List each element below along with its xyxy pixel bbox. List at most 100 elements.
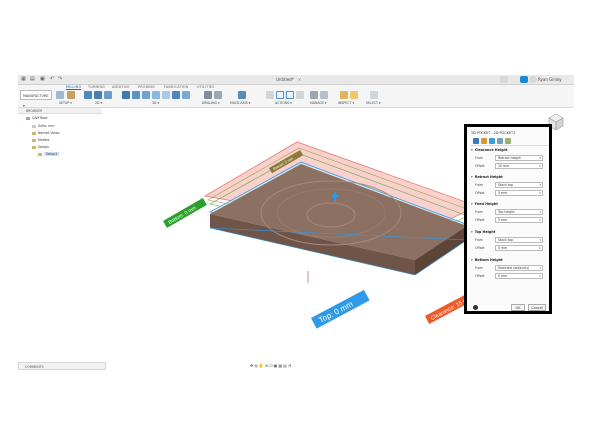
cancel-button[interactable]: Cancel [528, 304, 546, 311]
folder-icon[interactable] [67, 91, 75, 99]
clock-icon[interactable] [529, 76, 537, 83]
multi-axis-group: MULTI-AXIS ▾ [230, 91, 260, 106]
3d-label[interactable]: 3D ▾ [152, 101, 159, 105]
stepper-icon[interactable]: ⇕ [538, 218, 541, 223]
feed-offset-input[interactable]: 5 mm ⇕ [495, 217, 543, 223]
pocket-clearing-icon[interactable] [132, 91, 140, 99]
drilling-label[interactable]: DRILLING ▾ [202, 101, 220, 105]
stepper-icon[interactable]: ⇕ [538, 246, 541, 251]
setup-label[interactable]: SETUP ▾ [59, 101, 72, 105]
sim-icon[interactable]: ◔ [288, 363, 293, 368]
tree-item-setup1[interactable]: Setup1 [38, 152, 60, 156]
section-retract-height[interactable]: ▾ Retract Height [471, 175, 503, 179]
tree-item-units[interactable]: Units: mm [32, 124, 54, 128]
setup-icon[interactable] [56, 91, 64, 99]
close-tab-icon[interactable]: × [298, 77, 301, 82]
manage-label[interactable]: MANAGE ▾ [310, 101, 327, 105]
cam-root-icon [26, 116, 30, 120]
undo-icon[interactable]: ↶ [50, 76, 54, 82]
flow-icon[interactable] [182, 91, 190, 99]
stepper-icon[interactable]: ⇕ [538, 164, 541, 169]
stepper-icon[interactable]: ⇕ [538, 191, 541, 196]
passes-tab-icon[interactable] [497, 138, 503, 144]
save-icon[interactable]: ▣ [40, 76, 45, 82]
collapse-icon[interactable]: ▾ [471, 148, 473, 152]
template-library-icon[interactable] [320, 91, 328, 99]
scallop-icon[interactable] [162, 91, 170, 99]
adaptive-clearing-icon[interactable] [122, 91, 130, 99]
user-name[interactable]: Ryan Girsky [538, 75, 562, 84]
2d-pocket-icon[interactable] [94, 91, 102, 99]
tab-probing[interactable]: PROBING [138, 85, 155, 89]
top-from-select[interactable]: Stock top ▾ [495, 237, 543, 243]
drill-icon[interactable] [204, 91, 212, 99]
select-label[interactable]: SELECT ▾ [366, 101, 381, 105]
comments-panel[interactable]: COMMENTS [18, 362, 106, 370]
generate-icon[interactable] [266, 91, 274, 99]
contour-icon[interactable] [152, 91, 160, 99]
section-clearance-height[interactable]: ▾ Clearance Height [471, 148, 508, 152]
feed-offset-label: Offset [475, 218, 485, 222]
tree-item-setups[interactable]: Setups [32, 145, 49, 149]
clearance-offset-input[interactable]: 10 mm ⇕ [495, 163, 543, 169]
post-process-icon[interactable] [286, 91, 294, 99]
grid-menu-icon[interactable]: ▦ [21, 76, 26, 82]
top-offset-input[interactable]: 0 mm ⇕ [495, 245, 543, 251]
collapse-icon[interactable]: ▾ [471, 202, 473, 206]
tab-turning[interactable]: TURNING [88, 85, 105, 89]
stepper-icon[interactable]: ⇕ [538, 274, 541, 279]
file-icon[interactable]: ▤ [30, 76, 35, 82]
simulate-icon[interactable] [276, 91, 284, 99]
tree-item-cam-root[interactable]: CAM Root [26, 116, 47, 120]
tree-item-named-views[interactable]: Named Views [32, 131, 60, 135]
collapse-icon[interactable]: ▾ [471, 258, 473, 262]
tab-milling[interactable]: MILLING [66, 85, 82, 90]
tab-fabrication[interactable]: FABRICATION [164, 85, 189, 89]
ramp-icon[interactable] [172, 91, 180, 99]
browser-title: BROWSER [26, 109, 43, 113]
new-tab-icon[interactable] [500, 76, 508, 83]
document-tab[interactable]: Untitled* × [276, 75, 336, 84]
measure-icon[interactable] [340, 91, 348, 99]
swarf-icon[interactable] [238, 91, 246, 99]
tab-additive[interactable]: ADDITIVE [112, 85, 130, 89]
collapse-icon[interactable]: ▾ [471, 230, 473, 234]
feed-from-select[interactable]: Top height ▾ [495, 209, 543, 215]
2d-adaptive-icon[interactable] [84, 91, 92, 99]
help-icon[interactable] [473, 305, 478, 310]
heights-tab-icon[interactable] [489, 138, 495, 144]
inspect-label[interactable]: INSPECT ▾ [338, 101, 354, 105]
redo-icon[interactable]: ↷ [58, 76, 62, 82]
geometry-tab-icon[interactable] [481, 138, 487, 144]
section-bottom-height[interactable]: ▾ Bottom Height [471, 258, 503, 262]
linking-tab-icon[interactable] [505, 138, 511, 144]
ruler-icon[interactable] [350, 91, 358, 99]
bottom-offset-input[interactable]: 0 mm ⇕ [495, 273, 543, 279]
extensions-icon[interactable] [510, 76, 518, 83]
actions-label[interactable]: ACTIONS ▾ [275, 101, 292, 105]
parallel-icon[interactable] [142, 91, 150, 99]
ok-button[interactable]: OK [511, 304, 525, 311]
browser-header[interactable]: BROWSER [18, 108, 102, 114]
retract-from-select[interactable]: Stock top ▾ [495, 182, 543, 188]
tree-item-models[interactable]: Models [32, 138, 49, 142]
setup-sheet-icon[interactable] [296, 91, 304, 99]
collapse-icon[interactable]: ▾ [471, 175, 473, 179]
tab-utilities[interactable]: UTILITIES [197, 85, 215, 89]
setup-icon [38, 152, 42, 156]
clearance-from-select[interactable]: Retract height ▾ [495, 155, 543, 161]
thread-icon[interactable] [214, 91, 222, 99]
retract-offset-input[interactable]: 5 mm ⇕ [495, 190, 543, 196]
tool-tab-icon[interactable] [473, 138, 479, 144]
tool-library-icon[interactable] [310, 91, 318, 99]
section-feed-height[interactable]: ▾ Feed Height [471, 202, 498, 206]
select-icon[interactable] [370, 91, 378, 99]
2d-contour-icon[interactable] [104, 91, 112, 99]
retract-from-label: From [475, 183, 483, 187]
bottom-from-select[interactable]: Selected contour(s) ▾ [495, 265, 543, 271]
workspace-switcher[interactable]: MANUFACTURE ▾ [20, 90, 52, 108]
job-status-icon[interactable] [520, 76, 528, 83]
2d-label[interactable]: 2D ▾ [95, 101, 102, 105]
section-top-height[interactable]: ▾ Top Height [471, 230, 495, 234]
multi-axis-label[interactable]: MULTI-AXIS ▾ [230, 101, 250, 105]
